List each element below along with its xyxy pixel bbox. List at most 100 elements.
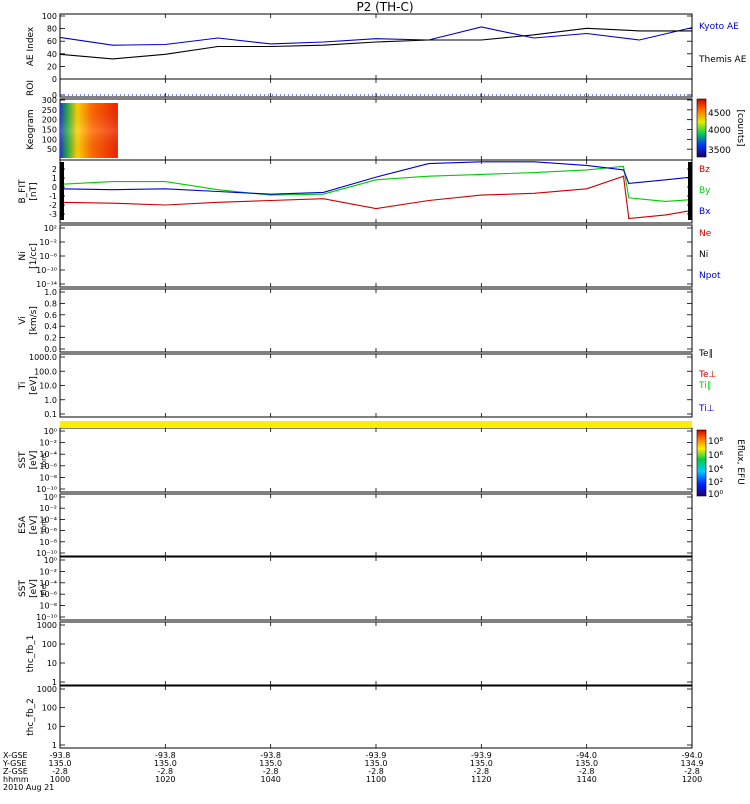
sst_elec-ytick-label: 10⁰ [44,556,57,565]
esa_ion-ytick-label: 10⁻² [39,504,57,513]
esa_ion-ytick-label: 10⁻⁴ [39,515,57,524]
fb2-ytick-label: 1 [52,741,57,750]
bfield-legend-0: Bz [699,165,710,175]
vi-yunits: [km/s] [29,306,39,335]
eflux-colorbar-scale [696,429,707,497]
eflux-colorbar-label: Eflux, EFU [735,439,745,485]
keogram-ylabel: Keogram [26,109,36,149]
esa_ion-ytick-label: 10⁻⁶ [39,527,57,536]
fb1-ylabel: thc_fb_1 [26,635,36,673]
sst_ion-yunits: [eV] [29,451,39,470]
sst_ion-ylabel: SST [18,451,28,468]
ni-ytick-label: 10⁻¹⁰ [36,266,57,275]
vi-frame [59,288,693,353]
bfield-ytick-label: 2 [52,165,57,174]
xaxis-hhmm: 1040 [260,775,280,784]
panel-roi: ROI 0 [26,78,693,100]
keogram-ytick-label: 200 [42,116,57,125]
sst_ion-ytick-label: 10⁻² [39,439,57,448]
time-axis-labels: X-GSE Y-GSE Z-GSE hhmm 2010 Aug 21 -93.8… [2,751,703,792]
fb2-ytick-label: 1000 [37,685,57,694]
panel-sst_elec: SST [eV] Elec10⁰10⁻²10⁻⁴10⁻⁶10⁻⁸10⁻¹⁰ [18,556,693,622]
xaxis-date: 2010 Aug 21 [3,783,54,792]
sst_ion-ytick-label: 10⁰ [44,427,57,436]
ti-ytick-label: 0.1 [44,410,57,419]
xaxis-hhmm: 1020 [155,775,175,784]
keogram-ytick-label: 150 [42,126,57,135]
vi-ytick-label: 0.8 [44,299,57,308]
ti-ytick-label: 1000.0 [29,353,57,362]
bfield-series-bz [59,175,693,220]
ni-legend-2: Npot [699,271,721,281]
ae-ytick-label: 0 [52,75,57,84]
keogram-colorbar-label: [counts] [735,109,745,146]
eflux-colorbar: 10⁸ 10⁶ 10⁴ 10² 10⁰ Eflux, EFU [696,429,745,500]
keogram-colorbar-scale [696,98,707,158]
ae-ytick-label: 60 [47,37,57,46]
sst_elec-ylabel: SST [18,580,28,597]
sst_ion-ytick-label: 10⁻⁴ [39,450,57,459]
panel-keogram: Keogram 30025020015010050 [26,96,693,161]
panel-vi: Vi [km/s]1.00.80.60.40.20.0 [18,288,693,354]
eflux-colorbar-tick: 10² [708,478,723,488]
ti-legend-0: Te∥ [698,349,713,359]
panel-ti: Ti [eV] 1000.0 100.0 10.0 1.0 0.1 Te∥ Te⊥Ti∥ Ti⊥ [18,349,717,419]
spectrogram-band [60,421,692,428]
xaxis-hhmm: 1000 [50,775,70,784]
fb1-ytick-label: 10 [47,659,57,668]
keogram-ytick-label: 250 [42,106,57,115]
bfield-ytick-label: 1 [52,174,57,183]
fb2-frame [59,685,693,749]
fb1-ytick-label: 1000 [37,621,57,630]
ae-ytick-label: 80 [47,25,57,34]
panel-ae: AE Index 100 80 60 40 20 0 Kyoto AE Themis AE [26,12,747,84]
panel-fb2: thc_fb_21000 100 10 1 [26,685,693,750]
keogram-colorbar-tick: 4500 [708,109,731,119]
ni-ylabel: Ni [18,251,28,260]
bfield-ylabel: B_FIT [18,179,28,204]
ti-ylabel: Ti [18,382,28,391]
plot-title: P2 (TH-C) [356,0,413,14]
panel-fb1: thc_fb_11000100101 [26,621,693,687]
xaxis-hhmm: 1100 [366,775,386,784]
keogram-colorbar: 4500 4000 3500 [counts] [696,98,745,158]
bfield-series-bx [59,161,693,195]
sst_ion-frame [59,427,693,493]
ae-series-themis-ae [59,27,692,60]
panel-esa_ion: ESA [eV] Ions10⁰10⁻²10⁻⁴10⁻⁶10⁻⁸10⁻¹⁰ [18,493,693,558]
keogram-colorbar-tick: 4000 [708,126,731,136]
esa_ion-ytick-label: 10⁻⁸ [39,538,57,547]
roi-ylabel: ROI [26,80,36,96]
sst_elec-frame [59,556,693,621]
ti-yunits: [eV] [29,376,39,395]
ti-legend-3: Ti⊥ [698,404,715,414]
keogram-ytick-label: 100 [42,135,57,144]
bfield-series-by [59,165,693,202]
sst_elec-ytick-label: 10⁻⁸ [39,602,57,611]
eflux-colorbar-tick: 10⁶ [708,451,723,461]
plot-canvas: P2 (TH-C) AE Index100806040200Kyoto AETh… [2,0,747,792]
ti-ytick-label: 10.0 [39,382,57,391]
ae-ytick-label: 20 [47,62,57,71]
ae-legend-1: Themis AE [698,55,747,65]
keogram-heatmap-shading [60,103,118,158]
ae-ytick-label: 40 [47,50,57,59]
ti-ytick-label: 100.0 [34,367,57,376]
sst_ion-ytick-label: 10⁻⁶ [39,462,57,471]
keogram-frame [59,98,693,161]
xaxis-hhmm: 1200 [682,775,702,784]
ti-legend-1: Te⊥ [698,370,717,380]
bfield-right-marker [688,162,692,220]
xaxis-hhmm: 1120 [471,775,491,784]
ti-legend-2: Ti∥ [698,381,711,391]
vi-ytick-label: 0.2 [44,334,57,343]
ni-legend-1: Ni [699,250,708,260]
bfield-left-marker [60,162,64,220]
bfield-legend-2: Bx [699,207,711,217]
sst_elec-ytick-label: 10⁻⁶ [39,590,57,599]
bfield-ytick-label: 0 [52,183,57,192]
bfield-legend-1: By [699,186,711,196]
sst_elec-yunits: [eV] [29,579,39,598]
bfield-ytick-label: -2 [49,201,57,210]
esa_ion-frame [59,493,693,557]
